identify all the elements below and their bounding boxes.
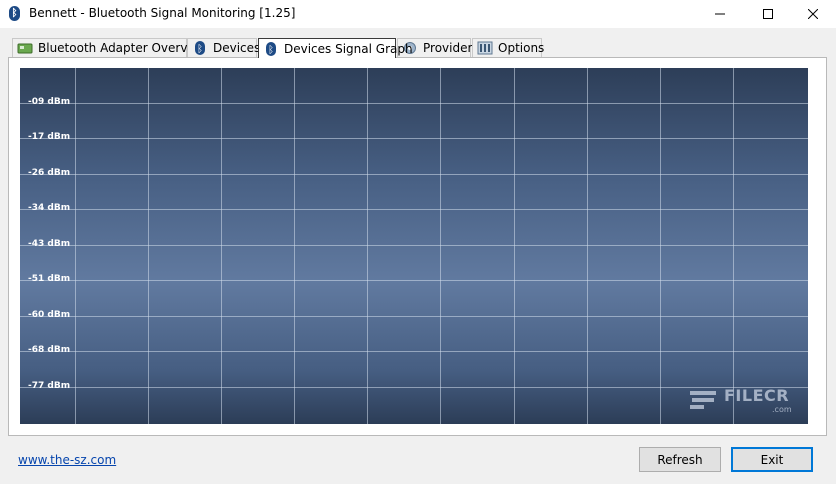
grid-line (20, 174, 808, 175)
tab-options[interactable]: Options (472, 38, 545, 57)
grid-line (20, 138, 808, 139)
exit-button[interactable]: Exit (731, 447, 813, 472)
y-axis-label: -26 dBm (28, 168, 71, 178)
watermark-subtext: .com (772, 405, 792, 414)
y-axis-label: -60 dBm (28, 310, 71, 320)
refresh-button[interactable]: Refresh (639, 447, 721, 472)
grid-line (20, 209, 808, 210)
tab-label: Devices Signal Graph (284, 41, 413, 56)
grid-line (20, 245, 808, 246)
svg-text:ᛒ: ᛒ (197, 44, 203, 55)
grid-line (587, 68, 588, 424)
signal-graph: -09 dBm -17 dBm -26 dBm -34 dBm -43 dBm … (20, 68, 808, 424)
watermark-text: FILECR (724, 386, 790, 405)
tab-label: Options (498, 41, 545, 55)
tab-label: Devices (213, 41, 261, 55)
grid-line (20, 103, 808, 104)
grid-line (148, 68, 149, 424)
close-button[interactable] (790, 0, 836, 28)
y-axis-label: -43 dBm (28, 239, 71, 249)
y-axis-label: -51 dBm (28, 274, 71, 284)
maximize-button[interactable] (745, 0, 791, 28)
tab-label: Provider (423, 41, 473, 55)
grid-line (733, 68, 734, 424)
grid-line (75, 68, 76, 424)
y-axis-label: -17 dBm (28, 132, 71, 142)
grid-line (20, 351, 808, 352)
svg-text:ᛒ: ᛒ (268, 45, 274, 56)
minimize-icon (715, 13, 725, 15)
grid-line (20, 316, 808, 317)
bluetooth-icon: ᛒ (192, 41, 208, 55)
grid-line (367, 68, 368, 424)
grid-line (514, 68, 515, 424)
options-icon (477, 41, 493, 55)
close-icon (808, 9, 818, 19)
grid-line (294, 68, 295, 424)
bluetooth-icon: ᛒ (9, 6, 20, 21)
y-axis-label: -09 dBm (28, 97, 71, 107)
adapter-icon (17, 41, 33, 55)
tab-devices-signal-graph[interactable]: ᛒ Devices Signal Graph (258, 38, 413, 58)
tab-strip: Bluetooth Adapter Overview ᛒ Devices ᛒ D… (0, 28, 836, 58)
minimize-button[interactable] (697, 0, 743, 28)
y-axis-label: -68 dBm (28, 345, 71, 355)
grid-line (20, 280, 808, 281)
grid-line (660, 68, 661, 424)
y-axis-label: -34 dBm (28, 203, 71, 213)
tab-adapter-overview[interactable]: Bluetooth Adapter Overview (12, 38, 208, 57)
website-link[interactable]: www.the-sz.com (18, 453, 116, 467)
y-axis-label: -77 dBm (28, 381, 71, 391)
maximize-icon (763, 9, 773, 19)
tab-devices[interactable]: ᛒ Devices (187, 38, 261, 57)
bluetooth-icon: ᛒ (263, 41, 279, 56)
title-bar: ᛒ Bennett - Bluetooth Signal Monitoring … (0, 0, 836, 28)
window-title: Bennett - Bluetooth Signal Monitoring [1… (29, 6, 296, 20)
grid-line (440, 68, 441, 424)
grid-line (221, 68, 222, 424)
tab-label: Bluetooth Adapter Overview (38, 41, 208, 55)
